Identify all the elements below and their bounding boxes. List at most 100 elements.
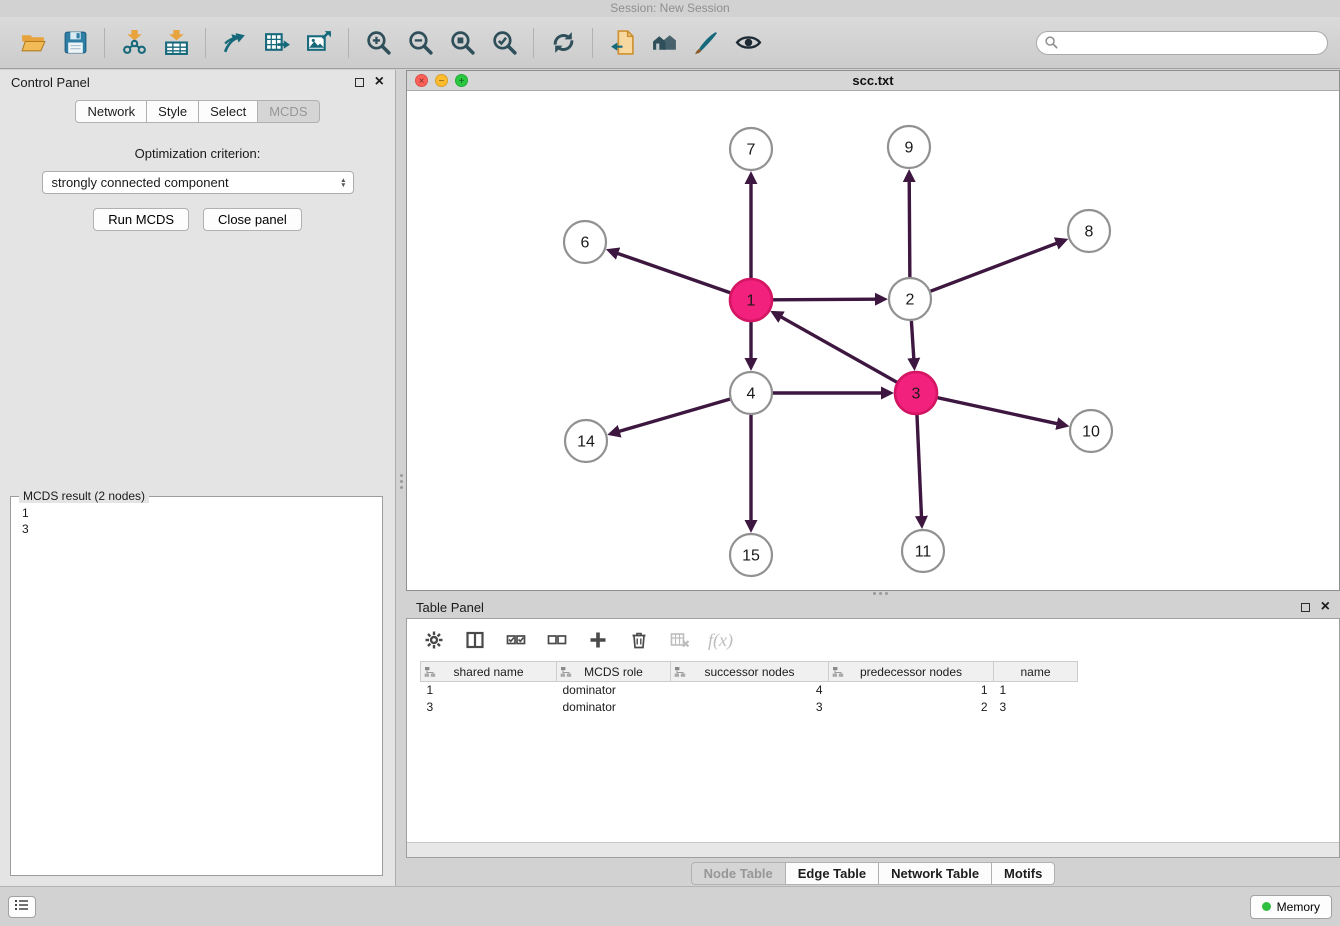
horizontal-scrollbar[interactable] bbox=[407, 842, 1339, 857]
svg-text:11: 11 bbox=[915, 544, 932, 561]
column-header-mcds-role[interactable]: MCDS role bbox=[557, 662, 671, 682]
float-panel-icon[interactable] bbox=[1301, 603, 1310, 612]
save-session-icon[interactable] bbox=[54, 23, 96, 63]
export-network-icon[interactable] bbox=[214, 23, 256, 63]
tab-select[interactable]: Select bbox=[198, 100, 258, 123]
table-cell[interactable]: 3 bbox=[421, 699, 557, 716]
close-panel-icon[interactable]: × bbox=[1321, 601, 1330, 613]
run-mcds-button[interactable]: Run MCDS bbox=[93, 208, 189, 231]
node-1[interactable]: 1 bbox=[730, 279, 772, 321]
column-header-predecessor-nodes[interactable]: predecessor nodes bbox=[829, 662, 994, 682]
splitter-handle-icon[interactable] bbox=[399, 468, 404, 494]
tab-node-table[interactable]: Node Table bbox=[691, 862, 786, 885]
panel-splitter-vertical[interactable] bbox=[397, 70, 406, 886]
node-7[interactable]: 7 bbox=[730, 128, 772, 170]
edge-4-14[interactable] bbox=[619, 399, 730, 431]
node-4[interactable]: 4 bbox=[730, 372, 772, 414]
select-all-icon[interactable] bbox=[503, 627, 529, 653]
delete-column-icon bbox=[667, 627, 693, 653]
column-header-name[interactable]: name bbox=[994, 662, 1078, 682]
table-cell[interactable]: 3 bbox=[994, 699, 1078, 716]
zoom-in-icon[interactable] bbox=[357, 23, 399, 63]
network-home-icon[interactable] bbox=[643, 23, 685, 63]
new-network-from-selection-icon[interactable] bbox=[601, 23, 643, 63]
edge-3-1[interactable] bbox=[781, 317, 897, 383]
node-8[interactable]: 8 bbox=[1068, 210, 1110, 252]
close-panel-button[interactable]: Close panel bbox=[203, 208, 302, 231]
tab-style[interactable]: Style bbox=[146, 100, 199, 123]
table-tab-bar: Node TableEdge TableNetwork TableMotifs bbox=[406, 860, 1340, 886]
node-6[interactable]: 6 bbox=[564, 221, 606, 263]
network-graph[interactable]: 7 9 6 8 1 2 4 3 14 10 15 11 bbox=[407, 92, 1339, 590]
control-panel: Control Panel × NetworkStyleSelectMCDS O… bbox=[0, 70, 396, 886]
edge-1-2[interactable] bbox=[773, 299, 876, 300]
tab-network-table[interactable]: Network Table bbox=[878, 862, 992, 885]
control-panel-tabs: NetworkStyleSelectMCDS bbox=[0, 100, 395, 123]
tab-motifs[interactable]: Motifs bbox=[991, 862, 1055, 885]
splitter-handle-icon[interactable] bbox=[873, 592, 899, 595]
node-11[interactable]: 11 bbox=[902, 530, 944, 572]
float-panel-icon[interactable] bbox=[355, 78, 364, 87]
edge-2-8[interactable] bbox=[931, 243, 1058, 291]
trash-icon[interactable] bbox=[626, 627, 652, 653]
column-header-shared-name[interactable]: shared name bbox=[421, 662, 557, 682]
table-row[interactable]: 3dominator323 bbox=[421, 699, 1078, 716]
close-panel-icon[interactable]: × bbox=[375, 76, 384, 88]
edge-2-3[interactable] bbox=[911, 321, 913, 359]
node-15[interactable]: 15 bbox=[730, 534, 772, 576]
zoom-fit-icon[interactable] bbox=[441, 23, 483, 63]
column-header-successor-nodes[interactable]: successor nodes bbox=[671, 662, 829, 682]
zoom-out-icon[interactable] bbox=[399, 23, 441, 63]
zoom-window-button[interactable]: + bbox=[455, 74, 468, 87]
export-table-icon[interactable] bbox=[256, 23, 298, 63]
node-14[interactable]: 14 bbox=[565, 420, 607, 462]
import-table-icon[interactable] bbox=[155, 23, 197, 63]
table-cell[interactable]: 1 bbox=[829, 682, 994, 699]
show-details-eye-icon[interactable] bbox=[727, 23, 769, 63]
table-cell[interactable]: dominator bbox=[557, 682, 671, 699]
deselect-all-icon[interactable] bbox=[544, 627, 570, 653]
command-panel-button[interactable] bbox=[8, 896, 36, 918]
tab-edge-table[interactable]: Edge Table bbox=[785, 862, 879, 885]
table-cell[interactable]: 3 bbox=[671, 699, 829, 716]
column-type-icon bbox=[832, 666, 844, 678]
table-cell[interactable]: 4 bbox=[671, 682, 829, 699]
memory-button[interactable]: Memory bbox=[1250, 895, 1332, 919]
close-window-button[interactable]: × bbox=[415, 74, 428, 87]
apply-layout-icon[interactable] bbox=[542, 23, 584, 63]
table-cell[interactable]: 1 bbox=[994, 682, 1078, 699]
table-toolbar: f(x) bbox=[407, 619, 1339, 661]
column-type-icon bbox=[674, 666, 686, 678]
table-cell[interactable]: 1 bbox=[421, 682, 557, 699]
svg-text:7: 7 bbox=[747, 142, 756, 159]
edge-3-10[interactable] bbox=[937, 398, 1057, 424]
node-10[interactable]: 10 bbox=[1070, 410, 1112, 452]
column-header-label: MCDS role bbox=[584, 665, 643, 679]
node-9[interactable]: 9 bbox=[888, 126, 930, 168]
open-folder-icon[interactable] bbox=[12, 23, 54, 63]
edge-3-11[interactable] bbox=[917, 415, 922, 517]
export-image-icon[interactable] bbox=[298, 23, 340, 63]
minimize-window-button[interactable]: − bbox=[435, 74, 448, 87]
edge-2-9[interactable] bbox=[909, 181, 910, 277]
network-canvas[interactable]: 7 9 6 8 1 2 4 3 14 10 15 11 bbox=[407, 92, 1339, 590]
import-network-icon[interactable] bbox=[113, 23, 155, 63]
edge-1-6[interactable] bbox=[617, 253, 730, 293]
search-input[interactable] bbox=[1036, 31, 1328, 55]
gear-icon[interactable] bbox=[421, 627, 447, 653]
zoom-selected-icon[interactable] bbox=[483, 23, 525, 63]
add-icon[interactable] bbox=[585, 627, 611, 653]
tab-mcds[interactable]: MCDS bbox=[257, 100, 319, 123]
table-cell[interactable]: dominator bbox=[557, 699, 671, 716]
toolbar-separator bbox=[533, 28, 534, 58]
table-cell[interactable]: 2 bbox=[829, 699, 994, 716]
tab-network[interactable]: Network bbox=[75, 100, 147, 123]
mcds-result-title: MCDS result (2 nodes) bbox=[19, 489, 149, 503]
node-2[interactable]: 2 bbox=[889, 278, 931, 320]
style-brush-icon[interactable] bbox=[685, 23, 727, 63]
table-row[interactable]: 1dominator411 bbox=[421, 682, 1078, 699]
node-3[interactable]: 3 bbox=[895, 372, 937, 414]
svg-text:1: 1 bbox=[747, 293, 756, 310]
columns-icon[interactable] bbox=[462, 627, 488, 653]
optimization-criterion-select[interactable]: strongly connected component ▲▼ bbox=[42, 171, 354, 194]
